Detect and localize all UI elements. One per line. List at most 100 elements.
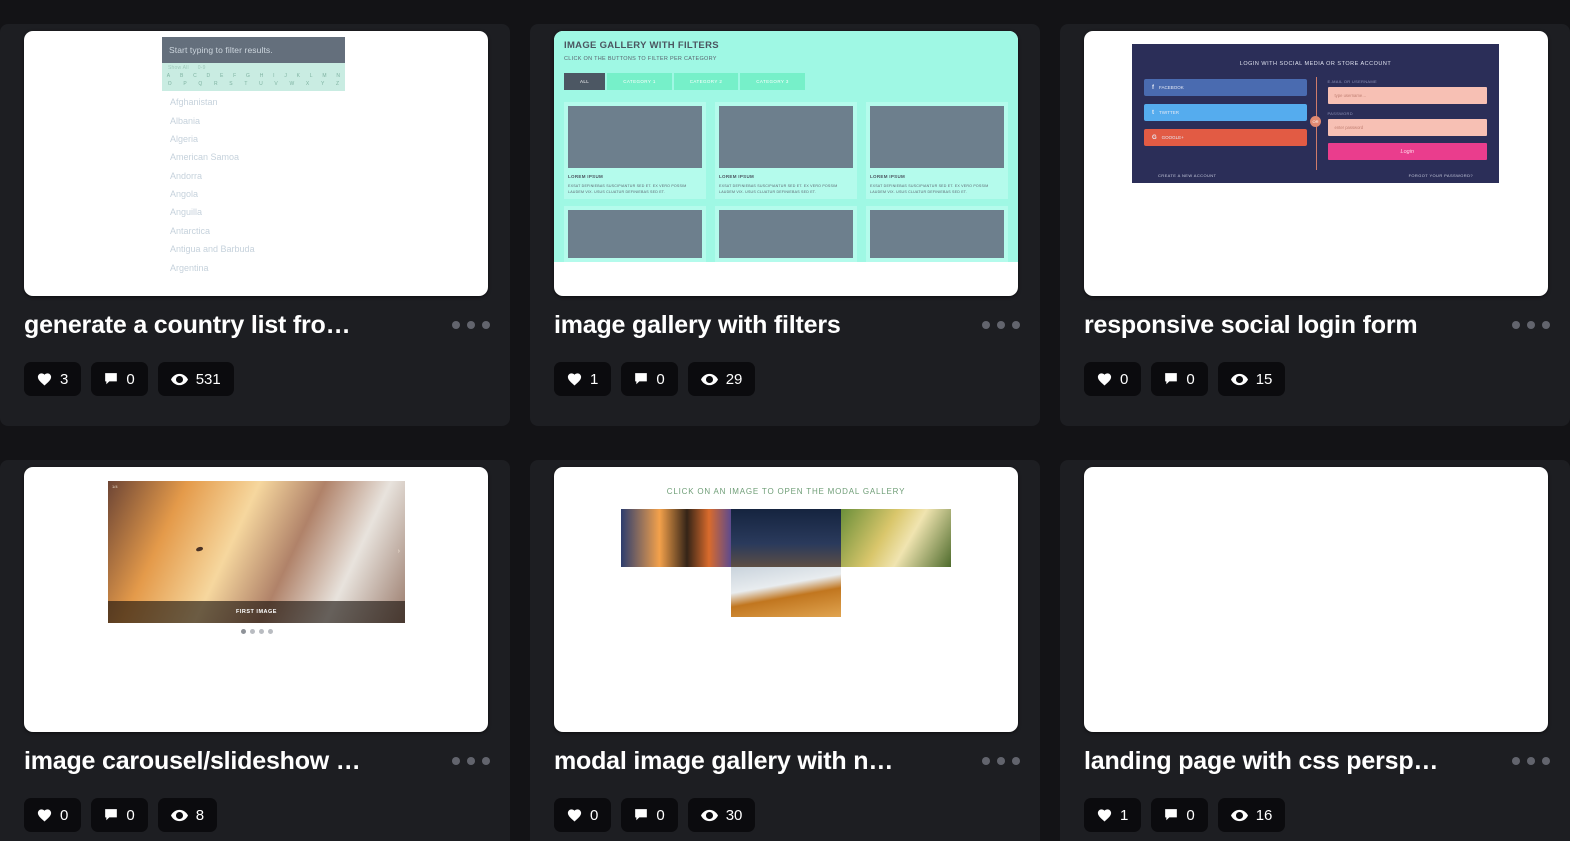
create-account-link[interactable]: CREATE A NEW ACCOUNT [1158,173,1216,178]
comments-stat[interactable]: 0 [621,798,678,832]
alpha-key[interactable]: D [207,73,211,79]
alpha-key[interactable]: U [259,81,263,87]
comments-stat[interactable]: 0 [1151,798,1208,832]
country-item[interactable]: Afghanistan [162,93,345,111]
likes-stat[interactable]: 0 [554,798,612,832]
views-stat[interactable]: 8 [157,798,218,832]
alpha-key[interactable]: N [336,73,340,79]
country-item[interactable]: Argentina [162,258,345,276]
alpha-key[interactable]: L [310,73,313,79]
country-item[interactable]: Antigua and Barbuda [162,240,345,258]
carousel-dot[interactable] [249,629,255,634]
pen-card[interactable]: IMAGE GALLERY WITH FILTERS CLICK ON THE B… [530,24,1040,426]
social-button[interactable]: G GOOGLE+ [1144,129,1307,146]
pen-title[interactable]: generate a country list fro… [24,311,350,340]
country-item[interactable]: Antarctica [162,222,345,240]
views-stat[interactable]: 16 [1217,798,1286,832]
pen-card[interactable]: This is the page titleLorem ipsum dolor … [1060,460,1570,841]
forgot-password-link[interactable]: FORGOT YOUR PASSWORD? [1409,173,1473,178]
country-item[interactable]: Albania [162,111,345,129]
ellipsis-icon[interactable] [446,747,496,775]
country-item[interactable]: Anguilla [162,203,345,221]
comments-stat[interactable]: 0 [1151,362,1208,396]
gallery-card[interactable] [564,206,706,263]
pen-title[interactable]: image gallery with filters [554,311,841,340]
alpha-key[interactable]: S [229,81,233,87]
country-item[interactable]: American Samoa [162,148,345,166]
pen-title[interactable]: responsive social login form [1084,311,1417,340]
comments-stat[interactable]: 0 [621,362,678,396]
filter-button[interactable]: CATEGORY 1 [607,73,672,90]
pen-preview[interactable]: 1/4 › FIRST IMAGE [24,467,488,732]
country-item[interactable]: Andorra [162,167,345,185]
gallery-thumb[interactable] [731,567,841,617]
country-item[interactable]: Algeria [162,130,345,148]
ellipsis-icon[interactable] [1506,747,1556,775]
gallery-card[interactable]: LOREM IPSUM EXSAT DEFINIEBAS SUSCIPIANTUR… [564,102,706,200]
gallery-card[interactable] [866,206,1008,263]
pen-card[interactable]: 1/4 › FIRST IMAGE image carousel/slideshow … [0,460,510,841]
pen-title[interactable]: modal image gallery with n… [554,747,893,776]
alpha-key[interactable]: Show All [168,65,189,71]
alpha-key[interactable]: O [168,81,172,87]
likes-stat[interactable]: 3 [24,362,82,396]
views-stat[interactable]: 15 [1217,362,1286,396]
likes-stat[interactable]: 1 [554,362,612,396]
alpha-key[interactable]: Z [336,81,339,87]
alpha-key[interactable]: K [297,73,301,79]
social-button[interactable]: t TWITTER [1144,104,1307,121]
comments-stat[interactable]: 0 [91,798,148,832]
alpha-key[interactable]: B [180,73,184,79]
comments-stat[interactable]: 0 [91,362,148,396]
filter-button[interactable]: ALL [564,73,606,90]
pen-title[interactable]: landing page with css persp… [1084,747,1438,776]
likes-stat[interactable]: 0 [1084,362,1142,396]
alpha-key[interactable]: J [284,73,287,79]
pen-preview[interactable]: CLICK ON AN IMAGE TO OPEN THE MODAL GALL… [554,467,1018,732]
pen-preview[interactable]: This is the page titleLorem ipsum dolor … [1084,467,1548,732]
filter-button[interactable]: CATEGORY 3 [740,73,805,90]
alpha-key[interactable]: G [246,73,250,79]
ellipsis-icon[interactable] [446,311,496,339]
views-stat[interactable]: 30 [687,798,756,832]
ellipsis-icon[interactable] [976,311,1026,339]
country-item[interactable]: Angola [162,185,345,203]
carousel-dot[interactable] [258,629,264,634]
ellipsis-icon[interactable] [1506,311,1556,339]
alpha-key[interactable]: Q [198,81,202,87]
next-arrow-icon[interactable]: › [398,548,400,555]
alpha-key[interactable]: V [274,81,278,87]
email-field[interactable]: type username… [1327,87,1487,104]
alpha-key[interactable]: T [244,81,247,87]
pen-preview[interactable]: Start typing to filter results. Show All 0… [24,31,488,296]
alpha-key[interactable]: M [322,73,326,79]
gallery-card[interactable]: LOREM IPSUM EXSAT DEFINIEBAS SUSCIPIANTUR… [866,102,1008,200]
views-stat[interactable]: 531 [157,362,234,396]
views-stat[interactable]: 29 [687,362,756,396]
pen-preview[interactable]: IMAGE GALLERY WITH FILTERS CLICK ON THE B… [554,31,1018,296]
alpha-key[interactable]: Y [321,81,325,87]
carousel-dot[interactable] [267,629,273,634]
gallery-card[interactable] [715,206,857,263]
carousel-slide[interactable]: 1/4 › FIRST IMAGE [108,481,405,623]
alpha-key[interactable]: 0-9 [198,65,206,71]
likes-stat[interactable]: 1 [1084,798,1142,832]
filter-button[interactable]: CATEGORY 2 [673,73,739,90]
gallery-thumb[interactable] [731,509,841,567]
password-field[interactable]: enter password [1327,119,1487,136]
alpha-key[interactable]: W [289,81,294,87]
alpha-key[interactable]: C [193,73,197,79]
social-button[interactable]: f FACEBOOK [1144,79,1307,96]
carousel-dot[interactable] [240,629,246,634]
alpha-key[interactable]: P [183,81,187,87]
likes-stat[interactable]: 0 [24,798,82,832]
filter-input[interactable]: Start typing to filter results. [162,37,345,63]
gallery-thumb[interactable] [841,509,951,567]
pen-card[interactable]: Start typing to filter results. Show All 0… [0,24,510,426]
alpha-key[interactable]: I [273,73,275,79]
alpha-key[interactable]: E [220,73,224,79]
alpha-key[interactable]: X [306,81,310,87]
pen-card[interactable]: LOGIN WITH SOCIAL MEDIA OR STORE ACCOUNT… [1060,24,1570,426]
pen-preview[interactable]: LOGIN WITH SOCIAL MEDIA OR STORE ACCOUNT… [1084,31,1548,296]
alpha-key[interactable]: R [214,81,218,87]
